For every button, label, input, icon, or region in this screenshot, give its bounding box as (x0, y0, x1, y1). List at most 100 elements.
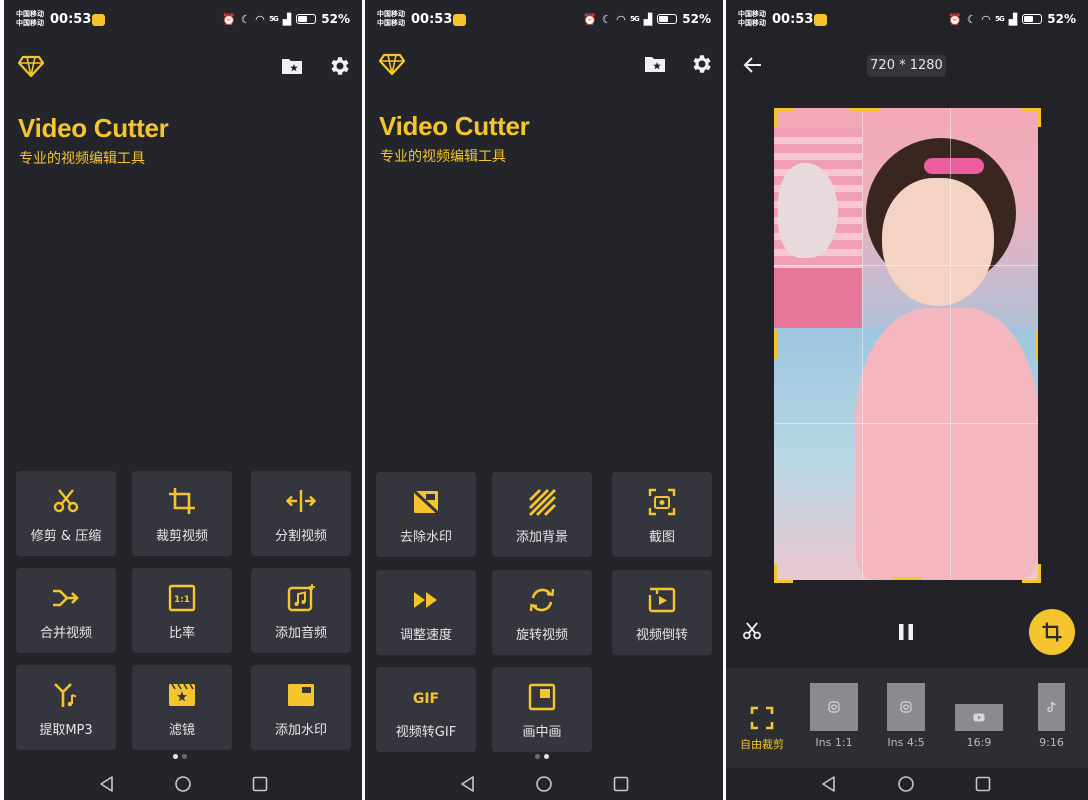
tool-label: 裁剪视频 (155, 529, 208, 544)
crop-handle-bottom-right[interactable] (1022, 564, 1041, 583)
carrier-label: 中国移动 中国移动 (377, 10, 405, 27)
tool-label: 分割视频 (274, 529, 327, 544)
screenshot-icon (648, 488, 676, 516)
nav-recents-icon[interactable] (974, 775, 992, 793)
ratio-label: 9:16 (1039, 736, 1064, 749)
tool-rotate-video[interactable]: 旋转视频 (492, 570, 592, 655)
premium-diamond-icon[interactable] (18, 54, 44, 78)
preview-outfit (856, 308, 1038, 580)
status-bar: 中国移动 中国移动 00:53 ⏰ ☾ ◠ 5G ▟ 52% (4, 6, 362, 36)
home-screen-page-1: 中国移动 中国移动 00:53 ⏰ ☾ ◠ 5G ▟ 52% Video Cut… (4, 0, 362, 800)
preview-hairclip (924, 158, 984, 174)
nav-back-icon[interactable] (820, 775, 838, 793)
tool-label: 旋转视频 (515, 628, 568, 643)
notification-icon (453, 14, 466, 26)
nav-home-icon[interactable] (535, 775, 553, 793)
back-arrow-icon[interactable] (742, 54, 764, 76)
scissors-icon[interactable] (741, 620, 763, 642)
system-nav-bar (4, 768, 362, 800)
wifi-icon: ◠ (981, 12, 991, 26)
ratio-option-9-16[interactable]: 9:16 (1038, 668, 1065, 768)
tool-add-background[interactable]: 添加背景 (492, 472, 592, 557)
ratio-label: Ins 4:5 (887, 736, 925, 749)
tool-trim-compress[interactable]: 修剪 & 压缩 (16, 471, 116, 556)
app-subtitle: 专业的视频编辑工具 (380, 149, 506, 165)
tool-label: 比率 (168, 626, 195, 641)
moon-icon: ☾ (601, 12, 612, 26)
background-icon (529, 489, 556, 516)
tool-filter[interactable]: 滤镜 (132, 665, 232, 750)
ratio-option-16-9[interactable]: 16:9 (955, 668, 1003, 768)
settings-gear-icon[interactable] (690, 52, 714, 76)
pause-icon[interactable] (896, 622, 916, 642)
signal-label: 5G (269, 15, 279, 23)
tool-reverse-video[interactable]: 视频倒转 (612, 570, 712, 655)
nav-recents-icon[interactable] (251, 775, 269, 793)
premium-diamond-icon[interactable] (379, 52, 405, 76)
moon-icon: ☾ (966, 12, 977, 26)
crop-handle-left[interactable] (774, 330, 777, 360)
extract-audio-icon (54, 683, 77, 707)
tool-picture-in-picture[interactable]: 画中画 (492, 667, 592, 752)
carrier-label: 中国移动 中国移动 (738, 10, 766, 27)
music-icon (287, 584, 315, 612)
tool-add-watermark[interactable]: 添加水印 (251, 665, 351, 750)
tool-remove-watermark[interactable]: 去除水印 (376, 472, 476, 557)
carrier-label: 中国移动 中国移动 (16, 10, 44, 27)
tool-video-to-gif[interactable]: GIF 视频转GIF (376, 667, 476, 752)
tool-label: 修剪 & 压缩 (30, 529, 102, 544)
tool-screenshot[interactable]: 截图 (612, 472, 712, 557)
crop-handle-top-right[interactable] (1022, 108, 1041, 127)
tool-add-audio[interactable]: 添加音频 (251, 568, 351, 653)
settings-gear-icon[interactable] (328, 54, 352, 78)
app-title: Video Cutter (379, 111, 530, 141)
crop-editor-screen: 中国移动 中国移动 00:53 ⏰ ☾ ◠ 5G ▟ 52% 720 * 128… (726, 0, 1088, 800)
ratio-option-ins-1-1[interactable]: Ins 1:1 (810, 668, 858, 768)
nav-recents-icon[interactable] (612, 775, 630, 793)
tool-merge-video[interactable]: 合并视频 (16, 568, 116, 653)
alarm-icon: ⏰ (948, 12, 962, 26)
folder-star-icon[interactable] (643, 52, 667, 76)
ratio-option-free[interactable]: 自由裁剪 (734, 668, 790, 768)
reverse-icon (648, 587, 676, 613)
preview-face (882, 178, 994, 306)
crop-handle-right[interactable] (1035, 330, 1038, 360)
tool-label: 提取MP3 (39, 723, 93, 738)
battery-level: 52% (682, 12, 711, 26)
battery-icon (657, 14, 678, 24)
preview-card (774, 268, 862, 328)
notification-icon (92, 14, 105, 26)
nav-back-icon[interactable] (98, 775, 116, 793)
folder-star-icon[interactable] (280, 54, 304, 78)
wifi-icon: ◠ (255, 12, 265, 26)
tiktok-icon (1046, 701, 1056, 713)
tool-split-video[interactable]: 分割视频 (251, 471, 351, 556)
crop-handle-bottom[interactable] (892, 577, 922, 580)
filter-icon (169, 683, 195, 706)
pip-icon (528, 683, 556, 711)
tool-ratio[interactable]: 1:1 比率 (132, 568, 232, 653)
home-screen-page-2: 中国移动 中国移动 00:53 ⏰ ☾ ◠ 5G ▟ 52% Video Cut… (365, 0, 723, 800)
page-indicator (535, 754, 555, 760)
battery-icon (1022, 14, 1043, 24)
tool-extract-mp3[interactable]: 提取MP3 (16, 665, 116, 750)
crop-handle-top[interactable] (850, 108, 880, 111)
video-preview[interactable] (774, 108, 1038, 580)
crop-handle-top-left[interactable] (774, 108, 793, 127)
battery-level: 52% (321, 12, 350, 26)
crop-icon (169, 488, 195, 514)
signal-label: 5G (995, 15, 1005, 23)
page-indicator (173, 754, 193, 760)
nav-home-icon[interactable] (174, 775, 192, 793)
tool-crop-video[interactable]: 裁剪视频 (132, 471, 232, 556)
crop-handle-bottom-left[interactable] (774, 564, 793, 583)
ratio-option-ins-4-5[interactable]: Ins 4:5 (887, 668, 925, 768)
remove-watermark-icon (411, 488, 441, 516)
clock: 00:53 (772, 12, 814, 27)
instagram-icon (828, 701, 840, 713)
nav-back-icon[interactable] (459, 775, 477, 793)
notification-icon (814, 14, 827, 26)
crop-confirm-button[interactable] (1029, 609, 1075, 655)
tool-adjust-speed[interactable]: 调整速度 (376, 570, 476, 655)
nav-home-icon[interactable] (897, 775, 915, 793)
